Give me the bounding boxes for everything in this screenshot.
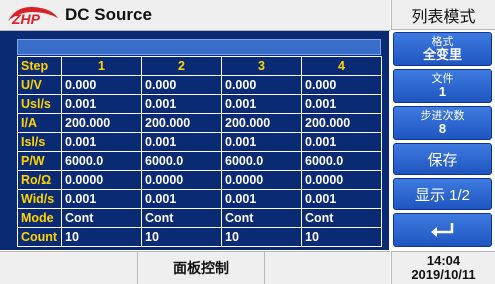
table-cell[interactable]: 0.001 <box>221 189 302 209</box>
row-label: Usl/s <box>17 94 62 114</box>
display-page-button[interactable]: 显示 1/2 <box>393 178 492 210</box>
table-cell[interactable]: 0.001 <box>141 94 222 114</box>
table-cell[interactable]: 0.001 <box>61 189 142 209</box>
step-column-header: 1 <box>61 56 142 76</box>
table-cell[interactable]: 10 <box>221 227 302 247</box>
save-button[interactable]: 保存 <box>393 143 492 175</box>
row-label: I/A <box>17 113 62 133</box>
list-table-panel: Step 1 2 3 4 U/V 0.000 0.000 0.000 0.000 Usl/s 0.00… <box>0 31 389 250</box>
table-cell[interactable]: 0.000 <box>141 75 222 95</box>
clock: 14:04 2019/10/11 <box>391 251 495 284</box>
row-label: Ro/Ω <box>17 170 62 190</box>
table-cell[interactable]: 0.001 <box>141 189 222 209</box>
table-cell[interactable]: 10 <box>141 227 222 247</box>
table-cell[interactable]: 6000.0 <box>141 151 222 171</box>
svg-text:ZHP: ZHP <box>11 11 41 26</box>
table-cell[interactable]: 200.000 <box>301 113 382 133</box>
table-cell[interactable]: 6000.0 <box>221 151 302 171</box>
step-column-header: 3 <box>221 56 302 76</box>
list-step-table: Step 1 2 3 4 U/V 0.000 0.000 0.000 0.000 Usl/s 0.00… <box>17 56 382 247</box>
table-cell[interactable]: 0.001 <box>61 94 142 114</box>
row-label: Wid/s <box>17 189 62 209</box>
table-row: Ro/Ω 0.0000 0.0000 0.0000 0.0000 <box>17 170 382 190</box>
table-row: U/V 0.000 0.000 0.000 0.000 <box>17 75 382 95</box>
table-row: I/A 200.000 200.000 200.000 200.000 <box>17 113 382 133</box>
table-cell[interactable]: 0.001 <box>221 132 302 152</box>
table-cell[interactable]: Cont <box>61 208 142 228</box>
table-cell[interactable]: 0.000 <box>61 75 142 95</box>
table-cell[interactable]: 0.001 <box>221 94 302 114</box>
table-cell[interactable]: 200.000 <box>141 113 222 133</box>
table-row: Count 10 10 10 10 <box>17 227 382 247</box>
table-cell[interactable]: Cont <box>221 208 302 228</box>
format-button[interactable]: 格式 全变里 <box>393 32 492 66</box>
table-row: P/W 6000.0 6000.0 6000.0 6000.0 <box>17 151 382 171</box>
table-cell[interactable]: 0.001 <box>61 132 142 152</box>
table-row: Isl/s 0.001 0.001 0.001 0.001 <box>17 132 382 152</box>
title-bar: ZHP DC Source <box>0 0 390 31</box>
table-row: Usl/s 0.001 0.001 0.001 0.001 <box>17 94 382 114</box>
status-bar: 面板控制 <box>0 251 390 284</box>
table-row: Mode Cont Cont Cont Cont <box>17 208 382 228</box>
table-header-row: Step 1 2 3 4 <box>17 56 382 76</box>
clock-date: 2019/10/11 <box>411 267 476 282</box>
table-cell[interactable]: 0.001 <box>301 94 382 114</box>
row-label: P/W <box>17 151 62 171</box>
table-cell[interactable]: 0.000 <box>221 75 302 95</box>
softkey-panel: 格式 全变里 文件 1 步进次数 8 保存 显示 1/2 <box>391 31 495 250</box>
table-cell[interactable]: 0.0000 <box>221 170 302 190</box>
clock-time: 14:04 <box>426 253 461 268</box>
step-column-header: 4 <box>301 56 382 76</box>
table-cell[interactable]: Cont <box>141 208 222 228</box>
table-cell[interactable]: 6000.0 <box>301 151 382 171</box>
row-label: Mode <box>17 208 62 228</box>
step-header: Step <box>17 56 62 76</box>
step-count-value: 8 <box>438 121 447 136</box>
table-cell[interactable]: 200.000 <box>221 113 302 133</box>
table-cell[interactable]: 0.001 <box>141 132 222 152</box>
table-cell[interactable]: 0.000 <box>301 75 382 95</box>
enter-return-icon <box>430 223 453 237</box>
enter-button[interactable] <box>393 213 492 247</box>
table-row: Wid/s 0.001 0.001 0.001 0.001 <box>17 189 382 209</box>
row-label: U/V <box>17 75 62 95</box>
table-cell[interactable]: 0.001 <box>301 132 382 152</box>
table-cell[interactable]: 10 <box>61 227 142 247</box>
panel-control-label[interactable]: 面板控制 <box>137 252 265 284</box>
table-cell[interactable]: 0.0000 <box>301 170 382 190</box>
file-button[interactable]: 文件 1 <box>393 69 492 103</box>
file-value: 1 <box>438 84 447 99</box>
table-cell[interactable]: 200.000 <box>61 113 142 133</box>
row-label: Count <box>17 227 62 247</box>
table-cell[interactable]: 10 <box>301 227 382 247</box>
table-cell[interactable]: 0.0000 <box>61 170 142 190</box>
selection-bar <box>17 39 381 55</box>
table-cell[interactable]: Cont <box>301 208 382 228</box>
brand-logo: ZHP <box>8 6 58 26</box>
app-title: DC Source <box>65 5 152 24</box>
step-count-button[interactable]: 步进次数 8 <box>393 106 492 140</box>
table-cell[interactable]: 0.0000 <box>141 170 222 190</box>
list-mode-indicator[interactable]: 列表模式 <box>391 0 495 30</box>
format-value: 全变里 <box>422 47 462 62</box>
row-label: Isl/s <box>17 132 62 152</box>
step-column-header: 2 <box>141 56 222 76</box>
table-cell[interactable]: 0.001 <box>301 189 382 209</box>
table-cell[interactable]: 6000.0 <box>61 151 142 171</box>
